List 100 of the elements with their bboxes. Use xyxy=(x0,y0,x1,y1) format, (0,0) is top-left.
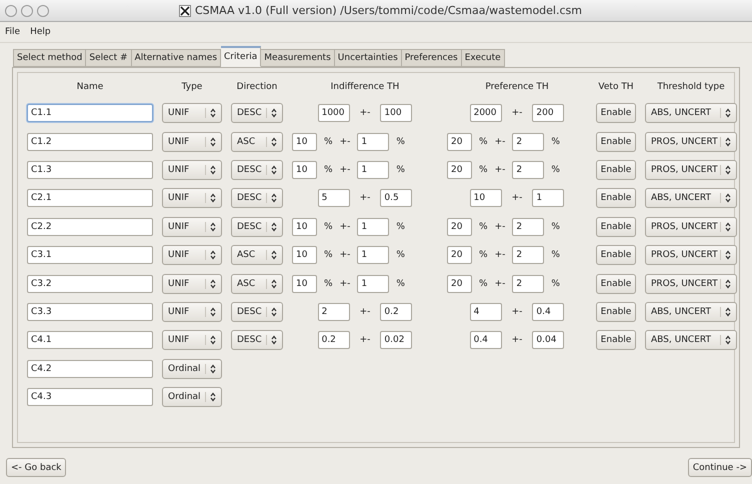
enable-button[interactable]: Enable xyxy=(596,330,636,350)
type-dropdown[interactable]: UNIF xyxy=(162,188,222,208)
threshold-field[interactable]: 10 xyxy=(292,218,317,236)
minimize-window-button[interactable] xyxy=(21,4,33,16)
name-field[interactable]: C3.3 xyxy=(27,302,153,321)
type-dropdown[interactable]: UNIF xyxy=(162,302,222,322)
threshold-field[interactable]: 10 xyxy=(292,132,317,151)
threshold-type-dropdown[interactable]: ABS, UNCERT xyxy=(645,302,737,322)
menu-item[interactable]: Help xyxy=(30,27,51,37)
uncertainty-field[interactable]: 2 xyxy=(512,246,544,264)
name-field[interactable]: C3.1 xyxy=(27,246,153,264)
continue-button[interactable]: Continue -> xyxy=(688,458,752,477)
tab[interactable]: Uncertainties xyxy=(334,49,402,67)
uncertainty-field[interactable]: 0.2 xyxy=(380,302,412,321)
uncertainty-field[interactable]: 1 xyxy=(357,274,390,293)
name-field[interactable]: C4.1 xyxy=(27,331,153,350)
threshold-field[interactable]: 10 xyxy=(292,274,317,293)
enable-button[interactable]: Enable xyxy=(596,132,636,152)
name-field[interactable]: C4.3 xyxy=(27,388,153,406)
threshold-field[interactable]: 10 xyxy=(292,246,317,264)
direction-dropdown[interactable]: ASC xyxy=(231,132,283,152)
uncertainty-field[interactable]: 2 xyxy=(512,160,544,179)
threshold-type-dropdown[interactable]: PROS, UNCERT xyxy=(645,160,737,180)
uncertainty-field[interactable]: 2 xyxy=(512,218,544,236)
close-window-button[interactable] xyxy=(5,4,17,16)
type-dropdown[interactable]: Ordinal xyxy=(162,387,222,408)
threshold-field[interactable]: 1000 xyxy=(318,104,350,122)
type-dropdown[interactable]: UNIF xyxy=(162,330,222,350)
uncertainty-field[interactable]: 200 xyxy=(532,104,564,122)
threshold-type-dropdown[interactable]: PROS, UNCERT xyxy=(645,274,737,294)
menu-item[interactable]: File xyxy=(5,27,20,37)
enable-button[interactable]: Enable xyxy=(596,188,636,208)
go-back-button[interactable]: <- Go back xyxy=(6,458,66,477)
type-dropdown[interactable]: UNIF xyxy=(162,216,222,237)
uncertainty-field[interactable]: 0.4 xyxy=(532,302,564,321)
uncertainty-field[interactable]: 1 xyxy=(532,189,564,208)
threshold-field[interactable]: 4 xyxy=(470,302,502,321)
uncertainty-field[interactable]: 1 xyxy=(357,218,390,236)
direction-dropdown[interactable]: DESC xyxy=(231,216,283,237)
uncertainty-field[interactable]: 1 xyxy=(357,160,390,179)
direction-dropdown[interactable]: DESC xyxy=(231,188,283,208)
name-field[interactable]: C1.3 xyxy=(27,160,153,179)
enable-button[interactable]: Enable xyxy=(596,160,636,180)
uncertainty-field[interactable]: 0.02 xyxy=(380,331,412,350)
direction-dropdown[interactable]: ASC xyxy=(231,245,283,266)
threshold-field[interactable]: 10 xyxy=(292,160,317,179)
threshold-field[interactable]: 0.2 xyxy=(318,331,350,350)
enable-button[interactable]: Enable xyxy=(596,302,636,322)
type-dropdown[interactable]: UNIF xyxy=(162,160,222,180)
threshold-type-dropdown[interactable]: PROS, UNCERT xyxy=(645,245,737,266)
threshold-type-dropdown[interactable]: ABS, UNCERT xyxy=(645,188,737,208)
threshold-type-dropdown[interactable]: ABS, UNCERT xyxy=(645,103,737,124)
direction-dropdown[interactable]: DESC xyxy=(231,330,283,350)
direction-dropdown[interactable]: DESC xyxy=(231,302,283,322)
threshold-field[interactable]: 2000 xyxy=(470,104,502,122)
threshold-field[interactable]: 20 xyxy=(447,246,472,264)
threshold-field[interactable]: 20 xyxy=(447,160,472,179)
enable-button[interactable]: Enable xyxy=(596,216,636,237)
tab[interactable]: Alternative names xyxy=(132,49,222,67)
threshold-type-dropdown[interactable]: PROS, UNCERT xyxy=(645,132,737,152)
uncertainty-field[interactable]: 100 xyxy=(380,104,412,122)
tab[interactable]: Measurements xyxy=(261,49,335,67)
tab[interactable]: Criteria xyxy=(221,46,262,67)
tab[interactable]: Preferences xyxy=(402,49,462,67)
uncertainty-field[interactable]: 0.04 xyxy=(532,331,564,350)
threshold-field[interactable]: 5 xyxy=(318,189,350,208)
type-dropdown[interactable]: Ordinal xyxy=(162,358,222,379)
uncertainty-field[interactable]: 0.5 xyxy=(380,189,412,208)
uncertainty-field[interactable]: 1 xyxy=(357,246,390,264)
threshold-field[interactable]: 20 xyxy=(447,218,472,236)
name-field[interactable]: C3.2 xyxy=(27,274,153,293)
tab[interactable]: Select method xyxy=(13,49,86,67)
name-field[interactable]: C4.2 xyxy=(27,360,153,378)
name-field[interactable]: C2.1 xyxy=(27,189,153,208)
uncertainty-field[interactable]: 1 xyxy=(357,132,390,151)
enable-button[interactable]: Enable xyxy=(596,245,636,266)
tab[interactable]: Select # xyxy=(86,49,132,67)
direction-dropdown[interactable]: DESC xyxy=(231,103,283,124)
type-dropdown[interactable]: UNIF xyxy=(162,103,222,124)
threshold-field[interactable]: 20 xyxy=(447,132,472,151)
threshold-field[interactable]: 2 xyxy=(318,302,350,321)
threshold-type-dropdown[interactable]: PROS, UNCERT xyxy=(645,216,737,237)
type-dropdown[interactable]: UNIF xyxy=(162,274,222,294)
threshold-type-dropdown[interactable]: ABS, UNCERT xyxy=(645,330,737,350)
threshold-field[interactable]: 10 xyxy=(470,189,502,208)
name-field[interactable]: C1.2 xyxy=(27,132,153,151)
enable-button[interactable]: Enable xyxy=(596,274,636,294)
direction-dropdown[interactable]: DESC xyxy=(231,160,283,180)
direction-dropdown[interactable]: ASC xyxy=(231,274,283,294)
type-dropdown[interactable]: UNIF xyxy=(162,132,222,152)
threshold-field[interactable]: 20 xyxy=(447,274,472,293)
name-field[interactable]: C1.1 xyxy=(27,104,153,122)
enable-button[interactable]: Enable xyxy=(596,103,636,124)
name-field[interactable]: C2.2 xyxy=(27,218,153,236)
threshold-field[interactable]: 0.4 xyxy=(470,331,502,350)
maximize-window-button[interactable] xyxy=(37,4,49,16)
tab[interactable]: Execute xyxy=(462,49,505,67)
type-dropdown[interactable]: UNIF xyxy=(162,245,222,266)
uncertainty-field[interactable]: 2 xyxy=(512,274,544,293)
uncertainty-field[interactable]: 2 xyxy=(512,132,544,151)
